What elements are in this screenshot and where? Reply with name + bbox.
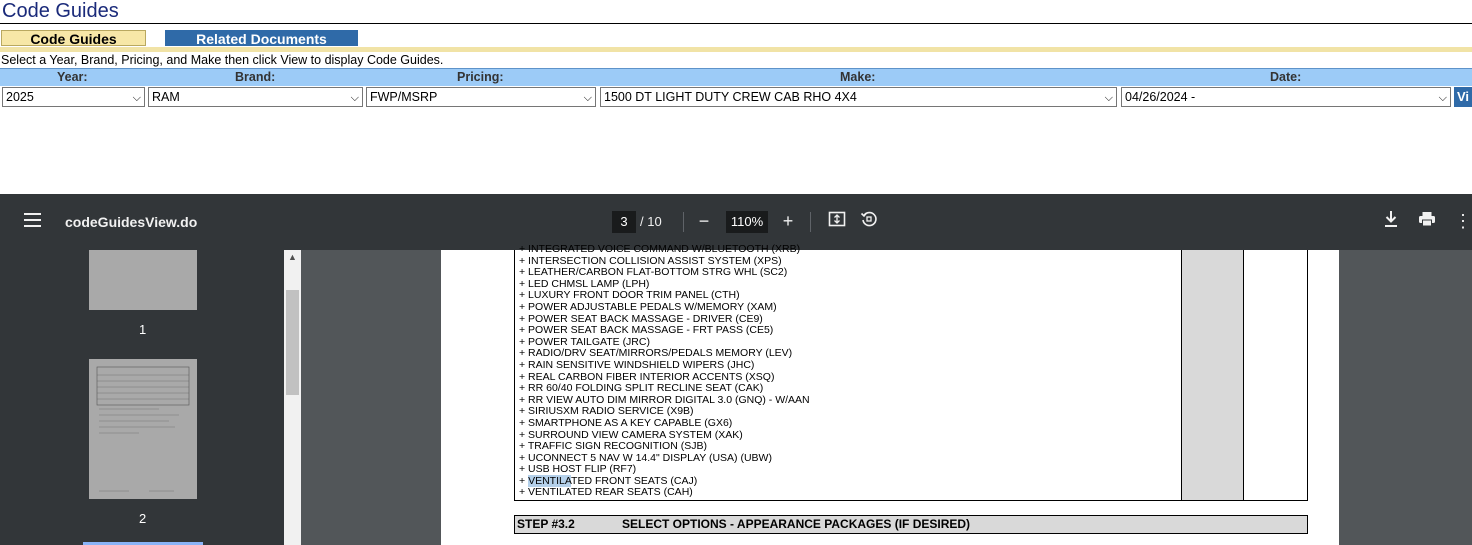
thumbnail-pane: 1 2 ▲	[0, 250, 301, 545]
zoom-in-icon[interactable]: +	[777, 210, 799, 232]
list-item: + RR 60/40 FOLDING SPLIT RECLINE SEAT (C…	[519, 382, 764, 395]
scrollbar-handle[interactable]	[286, 290, 299, 395]
step-header: STEP #3.2 SELECT OPTIONS - APPEARANCE PA…	[514, 515, 1308, 534]
year-select-value: 2025	[6, 90, 34, 104]
instructions-text: Select a Year, Brand, Pricing, and Make …	[1, 53, 444, 67]
tab-code-guides[interactable]: Code Guides	[1, 30, 146, 47]
date-select-value: 04/26/2024 -	[1125, 90, 1196, 104]
list-item: + INTEGRATED VOICE COMMAND W/BLUETOOTH (…	[519, 243, 801, 255]
zoom-out-icon[interactable]: −	[693, 210, 715, 232]
options-code-column	[1181, 250, 1244, 500]
thumbnail-label-2: 2	[139, 511, 147, 526]
chevron-down-icon: ⌵	[583, 92, 592, 104]
brand-select-value: RAM	[152, 90, 180, 104]
search-highlight: VENTILA	[528, 474, 572, 487]
list-item-rest: TED FRONT SEATS (CAJ)	[571, 474, 698, 487]
year-select[interactable]: 2025 ⌵	[2, 87, 145, 107]
options-list: + INTEGRATED VOICE COMMAND W/BLUETOOTH (…	[519, 243, 810, 499]
page-title: Code Guides	[2, 0, 119, 22]
rotate-icon[interactable]	[858, 210, 880, 232]
download-icon[interactable]	[1380, 210, 1402, 232]
list-item: + TRAFFIC SIGN RECOGNITION (SJB)	[519, 440, 707, 453]
list-item: + SMARTPHONE AS A KEY CAPABLE (GX6)	[519, 416, 733, 429]
list-item-prefix: +	[519, 474, 529, 487]
brand-select[interactable]: RAM ⌵	[148, 87, 363, 107]
list-item: + POWER SEAT BACK MASSAGE - FRT PASS (CE…	[519, 324, 774, 337]
filter-header-bar: Year: Brand: Pricing: Make: Date:	[0, 68, 1472, 86]
scroll-up-icon[interactable]: ▲	[288, 252, 297, 262]
options-table: + INTEGRATED VOICE COMMAND W/BLUETOOTH (…	[514, 243, 1308, 501]
make-select-value: 1500 DT LIGHT DUTY CREW CAB RHO 4X4	[604, 90, 857, 104]
toolbar-divider	[810, 212, 811, 232]
date-label: Date:	[1270, 70, 1302, 84]
page-thumbnail-1[interactable]	[89, 250, 197, 310]
zoom-input[interactable]: 110%	[726, 211, 768, 233]
date-select[interactable]: 04/26/2024 - ⌵	[1121, 87, 1451, 107]
thumbnail-scrollbar[interactable]: ▲	[284, 250, 301, 545]
chevron-down-icon: ⌵	[1104, 92, 1113, 104]
toolbar-divider	[683, 212, 684, 232]
title-divider	[0, 23, 1472, 24]
year-label: Year:	[57, 70, 88, 84]
menu-icon[interactable]	[24, 213, 42, 231]
pdf-toolbar: codeGuidesView.do 3 / 10 − 110% + ⋮	[0, 194, 1472, 250]
thumbnail-label-1: 1	[139, 322, 147, 337]
print-icon[interactable]	[1416, 210, 1438, 232]
page-number-input[interactable]: 3	[612, 211, 636, 233]
step-number: STEP #3.2	[517, 517, 575, 531]
pdf-page: + INTEGRATED VOICE COMMAND W/BLUETOOTH (…	[441, 243, 1339, 545]
fit-page-icon[interactable]	[826, 210, 848, 232]
tab-divider	[0, 47, 1472, 52]
chevron-down-icon: ⌵	[132, 92, 141, 104]
list-item: + RAIN SENSITIVE WINDSHIELD WIPERS (JHC)	[519, 358, 755, 371]
view-button[interactable]: Vi	[1454, 87, 1472, 107]
chevron-down-icon: ⌵	[1438, 92, 1447, 104]
pdf-filename: codeGuidesView.do	[65, 214, 198, 230]
page-total: / 10	[640, 214, 662, 229]
make-select[interactable]: 1500 DT LIGHT DUTY CREW CAB RHO 4X4 ⌵	[600, 87, 1117, 107]
chevron-down-icon: ⌵	[350, 92, 359, 104]
more-options-icon[interactable]: ⋮	[1452, 210, 1472, 232]
pricing-select-value: FWP/MSRP	[370, 90, 438, 104]
pricing-label: Pricing:	[457, 70, 504, 84]
pricing-select[interactable]: FWP/MSRP ⌵	[366, 87, 596, 107]
pdf-viewer: codeGuidesView.do 3 / 10 − 110% + ⋮ 1 2 …	[0, 194, 1472, 545]
list-item: + VENTILATED REAR SEATS (CAH)	[519, 486, 693, 499]
brand-label: Brand:	[235, 70, 276, 84]
page-thumbnail-2[interactable]	[89, 359, 197, 499]
step-title: SELECT OPTIONS - APPEARANCE PACKAGES (IF…	[622, 517, 971, 531]
list-item: + POWER ADJUSTABLE PEDALS W/MEMORY (XAM)	[519, 300, 777, 313]
tab-related-documents[interactable]: Related Documents	[165, 30, 358, 47]
make-label: Make:	[840, 70, 876, 84]
